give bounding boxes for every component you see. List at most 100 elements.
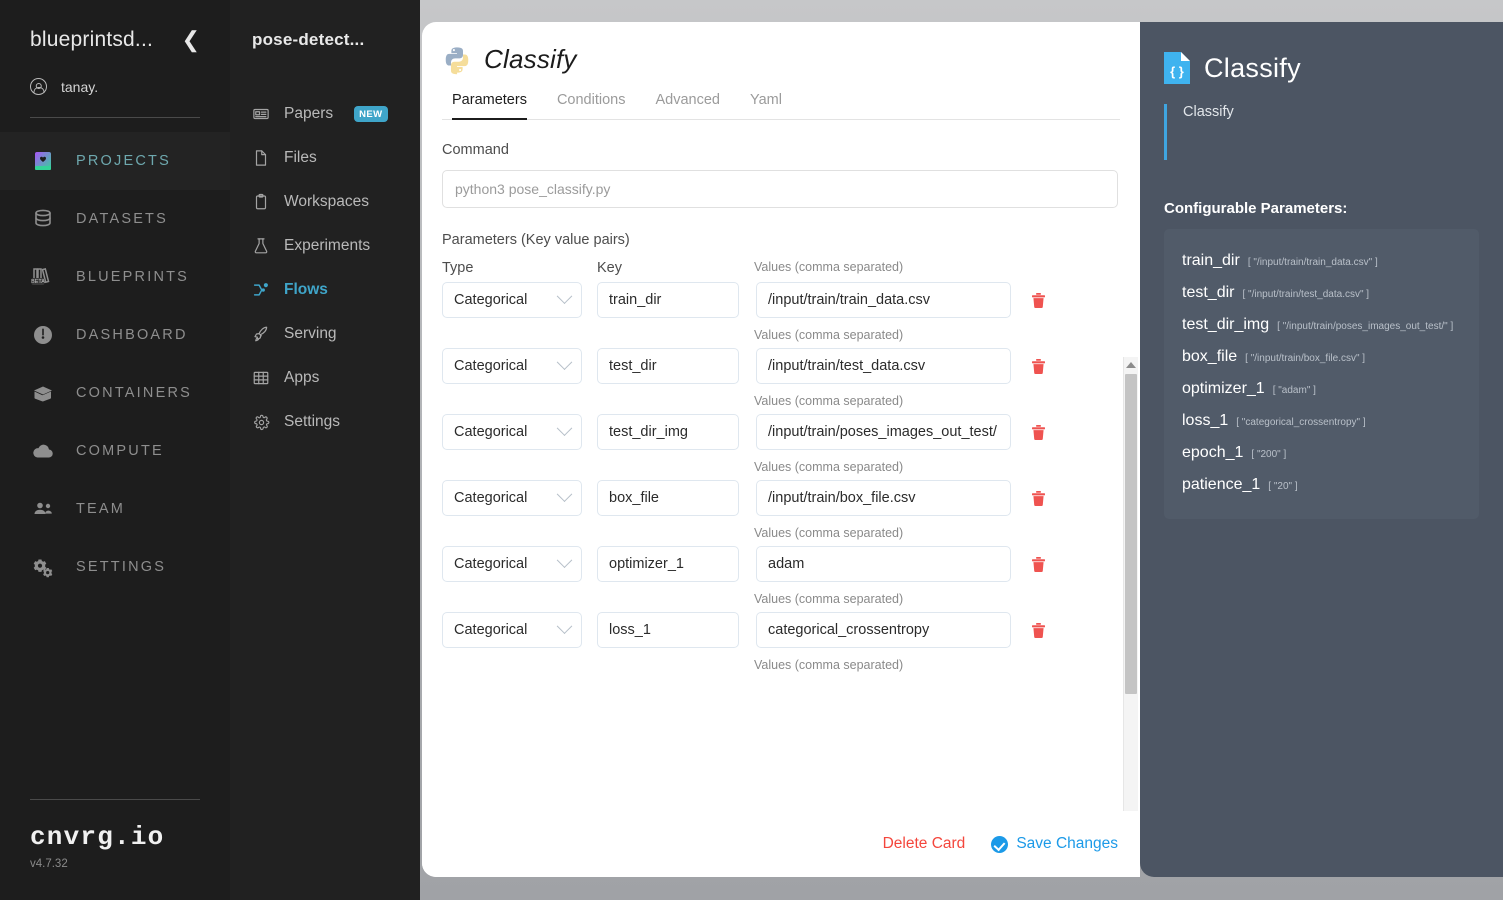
parameter-key-input[interactable]: [597, 546, 739, 582]
configurable-parameter-name: test_dir: [1182, 284, 1235, 301]
values-label: Values (comma separated): [754, 394, 904, 408]
column-header-values: Values (comma separated): [754, 260, 904, 274]
save-changes-label: Save Changes: [1016, 835, 1118, 852]
project-nav-item-serving[interactable]: Serving: [230, 312, 420, 356]
primary-nav: PROJECTS DATASETS BETA BLUEPRINTS DASHBOARD C…: [0, 132, 230, 596]
project-nav-item-workspaces[interactable]: Workspaces: [230, 180, 420, 224]
sidebar-item-label: COMPUTE: [76, 443, 164, 459]
parameter-key-input[interactable]: [597, 414, 739, 450]
sidebar-item-datasets[interactable]: DATASETS: [0, 190, 230, 248]
sidebar-item-dashboard[interactable]: DASHBOARD: [0, 306, 230, 364]
values-label: Values (comma separated): [754, 460, 904, 474]
chevron-left-icon[interactable]: ❮: [174, 29, 200, 51]
card-header: Classify Parameters Conditions Advanced Yam…: [422, 22, 1140, 120]
project-nav-item-settings[interactable]: Settings: [230, 400, 420, 444]
info-panel-title: Classify: [1204, 52, 1301, 83]
database-icon: [30, 206, 56, 232]
scroll-up-arrow-icon[interactable]: [1126, 362, 1136, 368]
project-nav-item-label: Files: [284, 149, 317, 166]
scrollbar-thumb[interactable]: [1125, 374, 1137, 694]
project-nav-item-label: Experiments: [284, 237, 371, 254]
configurable-parameter-item: loss_1 [ "categorical_crossentropy" ]: [1182, 405, 1461, 437]
parameter-type-select[interactable]: Categorical: [442, 414, 582, 450]
parameter-values-input[interactable]: [756, 480, 1011, 516]
delete-parameter-icon[interactable]: [1028, 348, 1048, 384]
gear-icon: [252, 413, 270, 431]
parameter-values-input[interactable]: [756, 612, 1011, 648]
parameter-key-input[interactable]: [597, 480, 739, 516]
card-footer: Delete Card Save Changes: [422, 811, 1140, 877]
sidebar-item-blueprints[interactable]: BETA BLUEPRINTS: [0, 248, 230, 306]
configurable-parameter-value: [ "/input/train/poses_images_out_test/" …: [1277, 321, 1454, 332]
project-sidebar: pose-detect... Papers NEW Files Workspaces E…: [230, 0, 420, 900]
news-icon: [252, 105, 270, 123]
parameter-row: Values (comma separated) Categorical: [442, 394, 1096, 450]
sidebar-item-compute[interactable]: COMPUTE: [0, 422, 230, 480]
parameter-type-select[interactable]: Categorical: [442, 348, 582, 384]
project-nav-item-files[interactable]: Files: [230, 136, 420, 180]
card-title: Classify: [484, 44, 577, 74]
file-icon: [252, 149, 270, 167]
delete-parameter-icon[interactable]: [1028, 480, 1048, 516]
parameter-values-input[interactable]: [756, 546, 1011, 582]
sidebar-item-containers[interactable]: CONTAINERS: [0, 364, 230, 422]
delete-parameter-icon[interactable]: [1028, 282, 1048, 318]
delete-parameter-icon[interactable]: [1028, 612, 1048, 648]
parameter-values-input[interactable]: [756, 414, 1011, 450]
parameter-values-input[interactable]: [756, 282, 1011, 318]
flow-icon: [252, 281, 270, 299]
chevron-down-icon: [556, 419, 573, 436]
chevron-down-icon: [556, 617, 573, 634]
project-nav-item-apps[interactable]: Apps: [230, 356, 420, 400]
parameter-row-controls: Categorical: [442, 546, 1096, 582]
sidebar-item-projects[interactable]: PROJECTS: [0, 132, 230, 190]
configurable-parameter-value: [ "/input/train/train_data.csv" ]: [1247, 257, 1378, 268]
project-nav-item-experiments[interactable]: Experiments: [230, 224, 420, 268]
project-nav-item-label: Serving: [284, 325, 337, 342]
sidebar-item-settings[interactable]: SETTINGS: [0, 538, 230, 596]
configurable-parameter-name: loss_1: [1182, 412, 1229, 429]
configurable-parameter-name: optimizer_1: [1182, 380, 1265, 397]
configurable-parameter-name: box_file: [1182, 348, 1238, 365]
delete-parameter-icon[interactable]: [1028, 546, 1048, 582]
parameter-type-select[interactable]: Categorical: [442, 612, 582, 648]
parameter-values-input[interactable]: [756, 348, 1011, 384]
delete-card-button[interactable]: Delete Card: [883, 835, 966, 853]
project-nav-item-label: Settings: [284, 413, 341, 430]
user-row[interactable]: tanay.: [30, 78, 200, 95]
parameter-row-controls: Categorical: [442, 612, 1096, 648]
parameter-key-input[interactable]: [597, 612, 739, 648]
svg-text:{ }: { }: [1170, 64, 1184, 79]
parameters-scrollbar[interactable]: [1123, 357, 1138, 811]
user-icon: [30, 78, 47, 95]
parameter-key-input[interactable]: [597, 282, 739, 318]
new-badge: NEW: [354, 106, 388, 122]
project-nav-item-flows[interactable]: Flows: [230, 268, 420, 312]
project-nav-item-label: Papers: [284, 105, 334, 122]
configurable-parameter-name: train_dir: [1182, 252, 1240, 269]
tab-yaml[interactable]: Yaml: [750, 92, 782, 119]
parameter-type-select[interactable]: Categorical: [442, 546, 582, 582]
values-label: Values (comma separated): [754, 592, 904, 606]
parameter-type-select[interactable]: Categorical: [442, 480, 582, 516]
parameters-section-label: Parameters (Key value pairs): [442, 232, 630, 248]
save-changes-button[interactable]: Save Changes: [991, 835, 1118, 853]
info-panel-title-row: { } Classify: [1164, 52, 1479, 84]
tab-parameters[interactable]: Parameters: [452, 92, 527, 120]
parameter-type-value: Categorical: [454, 490, 528, 506]
sidebar-item-label: CONTAINERS: [76, 385, 192, 401]
trailing-values-label: Values (comma separated): [754, 658, 904, 672]
configurable-parameter-name: epoch_1: [1182, 444, 1244, 461]
parameters-scroll-area: Type Key Values (comma separated) Catego…: [442, 254, 1120, 799]
parameter-key-input[interactable]: [597, 348, 739, 384]
project-nav-item-papers[interactable]: Papers NEW: [230, 92, 420, 136]
parameter-type-select[interactable]: Categorical: [442, 282, 582, 318]
tab-advanced[interactable]: Advanced: [655, 92, 720, 119]
flask-icon: [252, 237, 270, 255]
sidebar-item-team[interactable]: TEAM: [0, 480, 230, 538]
delete-parameter-icon[interactable]: [1028, 414, 1048, 450]
command-input[interactable]: [442, 170, 1118, 208]
parameter-row: Values (comma separated) Categorical: [442, 328, 1096, 384]
tab-conditions[interactable]: Conditions: [557, 92, 626, 119]
parameter-row-controls: Categorical: [442, 282, 1096, 318]
